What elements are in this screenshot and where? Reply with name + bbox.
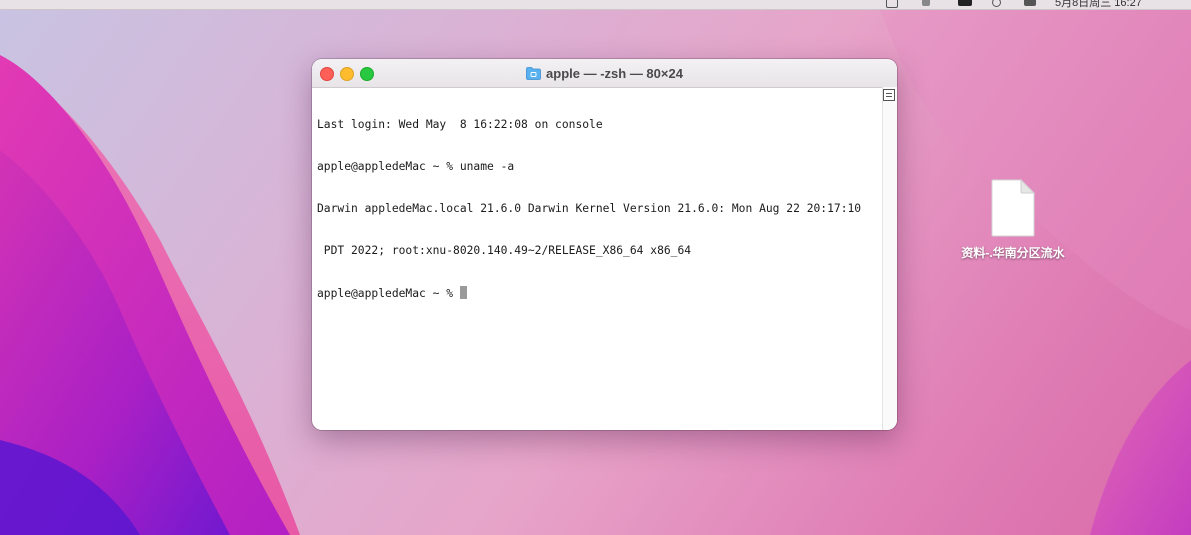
terminal-line: apple@appledeMac ~ % uname -a (317, 160, 515, 173)
terminal-prompt-line: apple@appledeMac ~ % (317, 286, 882, 300)
search-icon[interactable] (992, 0, 1001, 7)
folder-icon (526, 66, 541, 80)
terminal-output[interactable]: Last login: Wed May 8 16:22:08 on consol… (317, 90, 882, 420)
document-icon[interactable] (990, 178, 1036, 238)
terminal-line: Last login: Wed May 8 16:22:08 on consol… (317, 118, 603, 131)
control-center-icon[interactable] (1024, 0, 1036, 6)
title-bar[interactable]: apple — -zsh — 80×24 (312, 59, 897, 88)
input-method-icon[interactable] (958, 0, 972, 6)
split-pane-icon[interactable] (883, 89, 895, 101)
terminal-prompt: apple@appledeMac ~ % (317, 287, 460, 300)
menu-bar: 5月8日周三 16:27 (0, 0, 1191, 10)
window-title-group: apple — -zsh — 80×24 (312, 59, 897, 87)
terminal-line: PDT 2022; root:xnu-8020.140.49~2/RELEASE… (317, 244, 692, 257)
scrollbar[interactable] (882, 87, 897, 430)
terminal-line: Darwin appledeMac.local 21.6.0 Darwin Ke… (317, 202, 862, 215)
wifi-icon[interactable] (922, 0, 930, 6)
desktop: 5月8日周三 16:27 apple — -zsh — 80×24 Last l… (0, 0, 1191, 535)
screen-mirroring-icon[interactable] (886, 0, 898, 8)
desktop-file-label: 资料-.华南分区流水 (961, 246, 1065, 260)
menu-bar-clock[interactable]: 5月8日周三 16:27 (1055, 0, 1142, 10)
desktop-file[interactable]: 资料-.华南分区流水 (950, 178, 1076, 261)
terminal-window: apple — -zsh — 80×24 Last login: Wed May… (312, 59, 897, 430)
window-title: apple — -zsh — 80×24 (546, 65, 683, 81)
text-cursor (459, 286, 467, 299)
